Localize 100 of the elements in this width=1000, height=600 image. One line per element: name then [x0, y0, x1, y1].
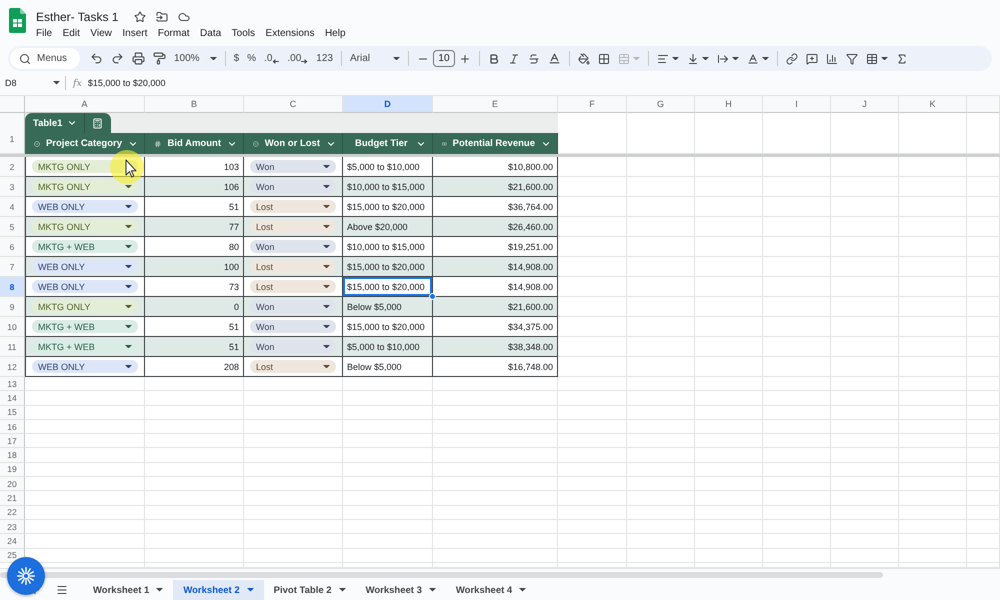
search-field[interactable]: Menus: [10, 48, 80, 69]
row-header[interactable]: 17: [0, 434, 25, 448]
dropdown-chip[interactable]: Won: [250, 240, 336, 253]
formula-field[interactable]: $15,000 to $20,000: [88, 78, 1000, 88]
grid-icon[interactable]: [598, 52, 610, 64]
caret-icon[interactable]: [323, 324, 330, 328]
caret-icon[interactable]: [880, 56, 888, 60]
name-box[interactable]: D8: [5, 78, 53, 88]
menu-item[interactable]: File: [36, 28, 52, 39]
caret-icon[interactable]: [519, 588, 526, 592]
menu-item[interactable]: Tools: [232, 28, 256, 39]
folder-icon[interactable]: [156, 10, 168, 22]
column-header[interactable]: G: [627, 96, 695, 113]
row-header[interactable]: 6: [0, 237, 25, 257]
column-header[interactable]: J: [831, 96, 899, 113]
arrow-down-line-icon[interactable]: [686, 52, 699, 64]
sheet-tab[interactable]: Worksheet 4: [446, 580, 536, 600]
menu-item[interactable]: Format: [158, 28, 190, 39]
fill-handle-icon[interactable]: [429, 293, 436, 300]
printer-icon[interactable]: [132, 52, 145, 65]
column-header[interactable]: E: [433, 96, 558, 113]
dropdown-chip[interactable]: Won: [250, 180, 336, 193]
row-header[interactable]: 9: [0, 297, 25, 317]
filter-icon[interactable]: [846, 52, 858, 64]
row-header[interactable]: 5: [0, 217, 25, 237]
underlined-a-icon[interactable]: [548, 52, 561, 65]
row-header[interactable]: 14: [0, 391, 25, 406]
paint-roller-icon[interactable]: [153, 52, 166, 65]
menu-item[interactable]: Insert: [122, 28, 148, 39]
menu-item[interactable]: Data: [200, 28, 222, 39]
caret-icon[interactable]: [392, 56, 400, 60]
column-header[interactable]: D: [343, 96, 433, 113]
caret-icon[interactable]: [125, 304, 132, 308]
column-header[interactable]: K: [899, 96, 967, 113]
row-header[interactable]: 20: [0, 477, 25, 492]
column-header[interactable]: F: [558, 96, 627, 113]
caret-icon[interactable]: [762, 56, 769, 60]
search-icon[interactable]: [19, 52, 31, 64]
dropdown-chip[interactable]: Lost: [250, 220, 336, 233]
dropdown-chip[interactable]: MKTG ONLY: [32, 160, 138, 173]
column-header[interactable]: I: [763, 96, 831, 113]
comment-plus-icon[interactable]: [806, 52, 818, 64]
dropdown-chip[interactable]: Won: [250, 160, 336, 173]
caret-icon[interactable]: [428, 588, 436, 592]
dropdown-chip[interactable]: WEB ONLY: [32, 200, 138, 213]
dropdown-chip[interactable]: Lost: [250, 260, 336, 273]
row-header[interactable]: 16: [0, 420, 25, 434]
sigma-icon[interactable]: [896, 52, 908, 64]
sheet-tab[interactable]: Worksheet 2: [173, 580, 264, 600]
dropdown-chip[interactable]: MKTG + WEB: [32, 240, 138, 253]
caret-icon[interactable]: [125, 364, 132, 368]
caret-icon[interactable]: [323, 204, 330, 208]
dropdown-chip[interactable]: MKTG ONLY: [32, 220, 138, 233]
row-header[interactable]: 8: [0, 277, 25, 297]
increase-decimals-button[interactable]: .00: [287, 53, 308, 64]
table-icon[interactable]: [866, 52, 878, 64]
calculator-icon[interactable]: [92, 118, 104, 128]
sheet-tab[interactable]: Worksheet 1: [83, 580, 174, 600]
row-header[interactable]: 22: [0, 506, 25, 520]
horizontal-scrollbar[interactable]: [0, 572, 883, 578]
zoom-dropdown[interactable]: 100%: [174, 53, 217, 64]
link-icon[interactable]: [786, 52, 798, 64]
caret-icon[interactable]: [672, 56, 679, 60]
dropdown-chip[interactable]: Lost: [250, 360, 336, 373]
caret-icon[interactable]: [702, 56, 709, 60]
caret-icon[interactable]: [246, 588, 254, 592]
row-header[interactable]: 7: [0, 257, 25, 277]
sheet-tab[interactable]: Worksheet 3: [356, 580, 446, 600]
caret-icon[interactable]: [125, 204, 132, 208]
document-title[interactable]: Esther- Tasks 1: [36, 10, 118, 24]
number-format-button[interactable]: 123: [316, 53, 333, 64]
dropdown-chip[interactable]: MKTG + WEB: [32, 340, 138, 353]
dropdown-chip[interactable]: WEB ONLY: [32, 280, 138, 293]
row-header[interactable]: 19: [0, 462, 25, 478]
row-header[interactable]: 3: [0, 177, 25, 197]
table-name-button[interactable]: Table1: [33, 118, 78, 128]
dropdown-chip[interactable]: MKTG ONLY: [32, 300, 138, 313]
caret-icon[interactable]: [53, 81, 60, 85]
menu-item[interactable]: Extensions: [266, 28, 314, 39]
paint-bucket-icon[interactable]: [578, 52, 590, 64]
caret-icon[interactable]: [156, 588, 164, 592]
underlined-a-icon[interactable]: [746, 52, 759, 64]
dropdown-chip[interactable]: Lost: [250, 280, 336, 293]
caret-icon[interactable]: [125, 224, 132, 228]
caret-icon[interactable]: [323, 264, 330, 268]
dropdown-chip[interactable]: MKTG + WEB: [32, 320, 138, 333]
caret-icon[interactable]: [323, 224, 330, 228]
column-header[interactable]: C: [244, 96, 343, 113]
caret-icon[interactable]: [210, 56, 217, 60]
column-header[interactable]: B: [145, 96, 244, 113]
decrease-decimals-button[interactable]: .0: [264, 53, 280, 64]
row-header[interactable]: 12: [0, 357, 25, 377]
caret-icon[interactable]: [323, 304, 330, 308]
redo-icon[interactable]: [111, 52, 124, 65]
dropdown-chip[interactable]: Won: [250, 300, 336, 313]
caret-icon[interactable]: [125, 324, 132, 328]
caret-icon[interactable]: [323, 164, 330, 168]
caret-icon[interactable]: [338, 588, 346, 592]
undo-icon[interactable]: [90, 52, 103, 65]
caret-icon[interactable]: [732, 56, 739, 60]
